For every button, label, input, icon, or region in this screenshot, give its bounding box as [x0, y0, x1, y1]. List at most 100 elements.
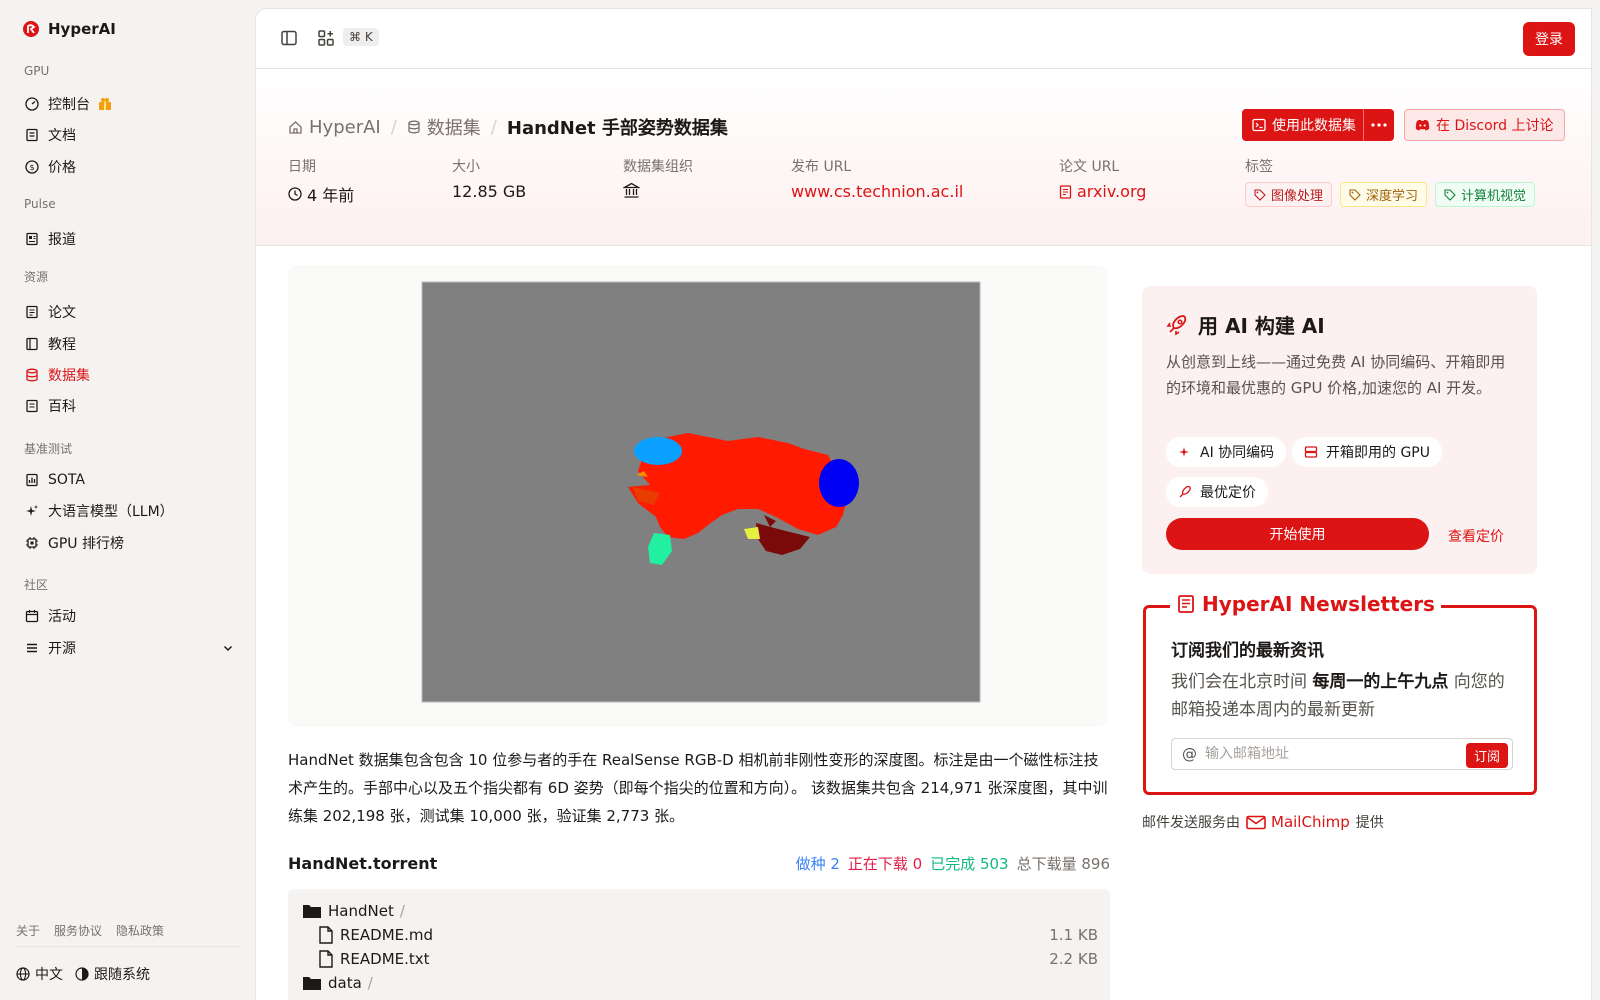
sidebar-item-llm[interactable]: 大语言模型（LLM）	[24, 497, 234, 525]
sidebar-toggle-button[interactable]	[278, 27, 300, 49]
theme-selector[interactable]: 跟随系统	[75, 964, 150, 984]
torrent-name[interactable]: HandNet.torrent	[288, 854, 437, 873]
sidebar-item-label: 百科	[48, 399, 76, 415]
file-icon	[319, 926, 333, 944]
meta-org: 数据集组织	[623, 156, 693, 199]
login-button[interactable]: 登录	[1523, 22, 1575, 56]
paper-url-text: arxiv.org	[1077, 182, 1147, 201]
sidebar-item-events[interactable]: 活动	[24, 602, 234, 630]
more-options-button[interactable]	[1363, 109, 1394, 141]
path-slash: /	[399, 902, 405, 920]
promo-title: 用 AI 构建 AI	[1198, 314, 1325, 338]
sidebar-item-datasets[interactable]: 数据集	[24, 361, 234, 389]
stat-total: 总下载量 896	[1016, 855, 1110, 873]
about-link[interactable]: 关于	[16, 922, 40, 939]
file-row[interactable]: README.txt 2.2 KB	[288, 947, 1110, 971]
breadcrumb-separator: /	[490, 116, 497, 138]
discord-button[interactable]: 在 Discord 上讨论	[1404, 109, 1565, 141]
paper-url-link[interactable]: arxiv.org	[1059, 182, 1146, 201]
theme-icon	[75, 967, 89, 981]
file-name-group: data /	[302, 974, 373, 992]
newspaper-icon	[24, 231, 40, 247]
tag-image-processing[interactable]: 图像处理	[1245, 182, 1333, 207]
server-icon	[1304, 446, 1318, 458]
sidebar-item-label: 教程	[48, 337, 76, 353]
newsletter-box: HyperAI Newsletters 订阅我们的最新资讯 我们会在北京时间 每…	[1143, 592, 1537, 795]
logo[interactable]: HyperAI	[22, 20, 116, 38]
rocket-icon	[1179, 485, 1191, 498]
breadcrumb-datasets-label: 数据集	[426, 118, 481, 139]
sidebar-item-label: 文档	[48, 128, 76, 144]
file-list: HandNet / README.md 1.1 KB README.txt 2.2…	[288, 889, 1110, 1000]
search-shortcut[interactable]: ⌘ K	[343, 28, 379, 46]
meta-tags: 标签 图像处理 深度学习 计算机视觉	[1245, 156, 1536, 207]
meta-paper-label: 论文 URL	[1059, 159, 1120, 175]
tag-icon	[1444, 188, 1456, 201]
folder-icon	[303, 905, 321, 918]
publish-url-link[interactable]: www.cs.technion.ac.il	[791, 182, 963, 201]
terms-link[interactable]: 服务协议	[54, 922, 102, 939]
sidebar-item-label: 报道	[48, 232, 76, 248]
meta-tags-label: 标签	[1245, 159, 1273, 175]
section-resources: 资源	[24, 270, 49, 284]
ellipsis-icon	[1371, 123, 1387, 127]
sidebar-item-gpu-leaderboard[interactable]: GPU 排行榜	[24, 529, 234, 557]
sidebar-item-console[interactable]: 控制台	[24, 90, 234, 118]
chip-label: 开箱即用的 GPU	[1326, 445, 1430, 461]
stat-completed: 已完成 503	[930, 855, 1009, 873]
sidebar-item-wiki[interactable]: 百科	[24, 392, 234, 420]
subscribe-button[interactable]: 订阅	[1465, 743, 1508, 768]
dollar-icon: $	[24, 159, 40, 175]
sidebar-item-label: 数据集	[48, 368, 90, 384]
tag-deep-learning[interactable]: 深度学习	[1340, 182, 1428, 207]
sidebar-item-tutorials[interactable]: 教程	[24, 330, 234, 358]
breadcrumb-datasets[interactable]: 数据集	[407, 114, 481, 140]
start-button[interactable]: 开始使用	[1166, 518, 1429, 550]
logo-text: HyperAI	[48, 20, 116, 38]
trophy-icon	[24, 472, 40, 488]
breadcrumb-home[interactable]: HyperAI	[288, 117, 381, 138]
sidebar-item-open-source[interactable]: 开源	[24, 634, 234, 662]
gift-icon	[98, 97, 112, 111]
meta-publish-url: 发布 URL www.cs.technion.ac.il	[791, 156, 963, 201]
sidebar-item-label: SOTA	[48, 472, 85, 488]
section-pulse: Pulse	[24, 197, 56, 211]
database-icon	[408, 120, 420, 134]
sidebar-item-reports[interactable]: 报道	[24, 225, 234, 253]
sidebar-item-pricing[interactable]: $ 价格	[24, 153, 234, 181]
sidebar-item-papers[interactable]: 论文	[24, 298, 234, 326]
tag-list: 图像处理 深度学习 计算机视觉	[1245, 182, 1536, 207]
file-row[interactable]: HandNet /	[288, 899, 1110, 923]
apps-button[interactable]	[315, 27, 337, 49]
clock-icon	[288, 187, 302, 201]
tag-icon	[1349, 188, 1361, 201]
sidebar-item-sota[interactable]: SOTA	[24, 466, 234, 494]
sidebar-item-label: 开源	[48, 641, 76, 657]
promo-title-row: 用 AI 构建 AI	[1166, 310, 1325, 339]
stat-downloading: 正在下载 0	[847, 855, 923, 873]
meta-org-label: 数据集组织	[623, 159, 693, 175]
mailchimp-link[interactable]: MailChimp	[1246, 813, 1350, 831]
chevron-down-icon[interactable]	[222, 642, 234, 654]
view-pricing-link[interactable]: 查看定价	[1448, 526, 1504, 546]
newsletter-title: 订阅我们的最新资讯	[1171, 641, 1324, 661]
chip-label: 最优定价	[1200, 485, 1256, 501]
mailchimp-label: MailChimp	[1271, 813, 1350, 831]
cpu-icon	[24, 535, 40, 551]
dataset-header: HyperAI / 数据集 / HandNet 手部姿势数据集 使用此数据集 在…	[256, 70, 1591, 246]
use-dataset-button[interactable]: 使用此数据集	[1242, 109, 1366, 141]
file-size: 1.1 KB	[1049, 926, 1098, 944]
language-selector[interactable]: 中文	[16, 964, 63, 984]
sidebar-item-label: 论文	[48, 305, 76, 321]
file-row[interactable]: README.md 1.1 KB	[288, 923, 1110, 947]
footer-links: 关于 服务协议 隐私政策	[16, 922, 164, 939]
sidebar-item-docs[interactable]: 文档	[24, 121, 234, 149]
sidebar-item-label: 控制台	[48, 97, 90, 113]
privacy-link[interactable]: 隐私政策	[116, 922, 164, 939]
file-name: HandNet	[328, 902, 394, 920]
newsletter-description: 我们会在北京时间 每周一的上午九点 向您的邮箱投递本周内的最新更新	[1171, 668, 1516, 724]
promo-description: 从创意到上线——通过免费 AI 协同编码、开箱即用的环境和最优惠的 GPU 价格…	[1166, 353, 1506, 397]
tag-computer-vision[interactable]: 计算机视觉	[1435, 182, 1536, 207]
file-row[interactable]: data /	[288, 971, 1110, 995]
email-input[interactable]	[1205, 746, 1455, 762]
